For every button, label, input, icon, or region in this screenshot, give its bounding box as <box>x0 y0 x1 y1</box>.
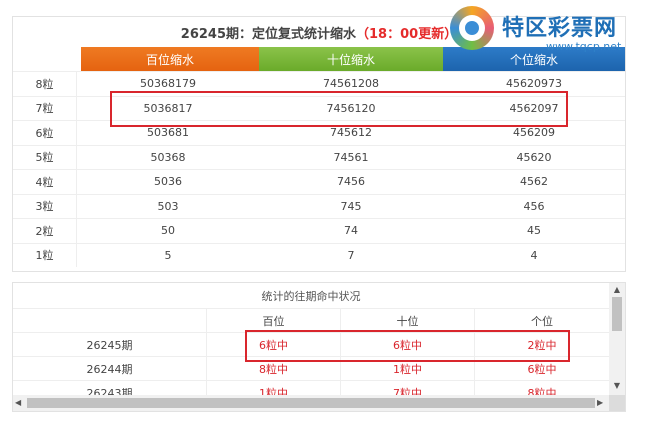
shi-header: 十位 <box>341 309 475 332</box>
bai-value: 50368 <box>150 150 186 164</box>
table-row: 5粒 50368 74561 45620 <box>13 144 625 169</box>
shi-value: 745 <box>340 199 362 213</box>
ge-value: 456 <box>523 199 545 213</box>
title-text: 26245期：定位复式统计缩水 <box>180 26 357 42</box>
bai-header: 百位 <box>207 309 341 332</box>
bai-value: 5 <box>164 248 172 262</box>
logo-url: www.tqcp.net <box>546 40 622 53</box>
vertical-scrollbar[interactable]: ▲ ▼ <box>609 283 625 395</box>
horizontal-scroll-thumb[interactable] <box>27 398 595 408</box>
shi-value: 74561 <box>333 150 369 164</box>
ge-hit: 8粒中 <box>527 387 557 395</box>
shi-value: 7 <box>347 248 355 262</box>
highlight-box-7 <box>110 91 568 127</box>
ge-value: 45620 <box>516 150 552 164</box>
period-label: 26244期 <box>13 357 207 380</box>
period-label: 26243期 <box>13 381 207 395</box>
table-row: 4粒 5036 7456 4562 <box>13 169 625 194</box>
row-label: 2粒 <box>13 219 77 243</box>
row-label: 6粒 <box>13 121 77 145</box>
bai-value: 5036 <box>154 175 182 189</box>
table-row: 1粒 5 7 4 <box>13 242 625 267</box>
table-row: 26243期 1粒中 7粒中 8粒中 <box>13 381 609 395</box>
scroll-down-icon[interactable]: ▼ <box>609 381 625 391</box>
ge-header: 个位 <box>531 314 553 328</box>
row-label: 8粒 <box>13 72 77 96</box>
history-clip: 26243期 1粒中 7粒中 8粒中 <box>13 381 609 395</box>
row-label: 7粒 <box>13 96 77 120</box>
scroll-right-icon[interactable]: ▶ <box>597 395 607 411</box>
bai-hit: 1粒中 <box>207 381 341 395</box>
ge-value: 4 <box>530 248 538 262</box>
logo-emblem-dot <box>465 21 479 35</box>
ge-value: 4562 <box>520 175 548 189</box>
row-label: 4粒 <box>13 170 77 194</box>
bai-value: 503 <box>157 199 179 213</box>
table-row: 3粒 503 745 456 <box>13 193 625 218</box>
update-time: （18：00更新） <box>356 26 458 42</box>
site-logo[interactable]: 特区彩票网 www.tqcp.net <box>450 6 646 62</box>
shi-hit: 7粒中 <box>341 381 475 395</box>
shi-value: 74 <box>344 224 358 238</box>
scroll-left-icon[interactable]: ◀ <box>15 395 25 411</box>
table-row: 2粒 50 74 45 <box>13 218 625 243</box>
logo-name: 特区彩票网 <box>502 16 618 41</box>
bai-value: 50 <box>161 224 175 238</box>
row-label: 5粒 <box>13 145 77 169</box>
row-label: 3粒 <box>13 194 77 218</box>
header-shi: 十位缩水 <box>259 47 443 71</box>
vertical-scroll-thumb[interactable] <box>612 297 622 331</box>
scrollbar-corner <box>609 395 625 411</box>
horizontal-scrollbar[interactable]: ◀ ▶ <box>13 395 609 411</box>
period-header <box>13 309 207 332</box>
ge-value: 45 <box>527 224 541 238</box>
shi-value: 7456 <box>337 175 365 189</box>
period-label: 26245期 <box>13 333 207 356</box>
scroll-up-icon[interactable]: ▲ <box>609 285 625 295</box>
history-title: 统计的往期命中状况 <box>13 283 609 309</box>
row-label: 1粒 <box>13 243 77 267</box>
highlight-box-hits <box>245 330 570 362</box>
header-bai: 百位缩水 <box>81 47 259 71</box>
